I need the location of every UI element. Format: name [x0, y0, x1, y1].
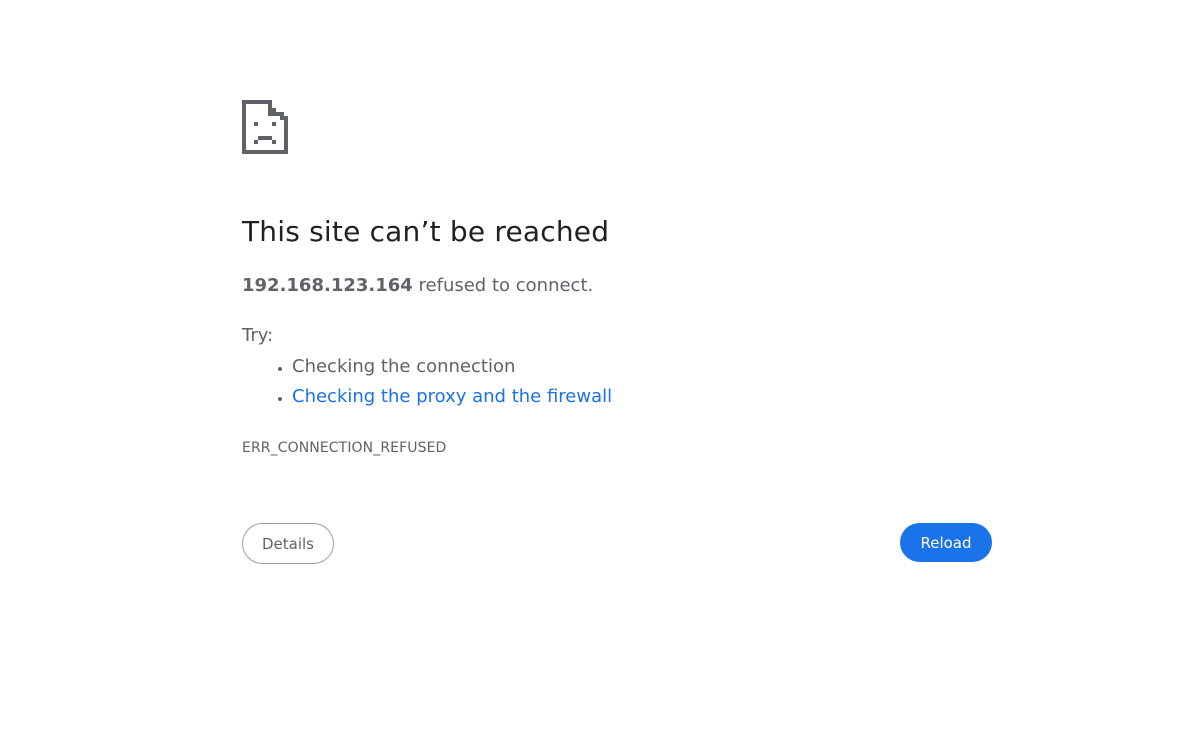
error-summary: 192.168.123.164 refused to connect.: [242, 274, 992, 298]
host-address: 192.168.123.164: [242, 275, 413, 296]
page-title: This site can’t be reached: [242, 215, 610, 248]
suggestion-check-connection: Checking the connection: [292, 356, 516, 377]
reload-button[interactable]: Reload: [900, 523, 992, 562]
proxy-firewall-link[interactable]: Checking the proxy and the firewall: [292, 386, 612, 407]
error-page: This site can’t be reached 192.168.123.1…: [242, 100, 992, 564]
list-item: Checking the connection: [292, 352, 992, 382]
summary-suffix: refused to connect.: [412, 275, 594, 296]
list-item: Checking the proxy and the firewall: [292, 382, 992, 412]
suggestion-list: Checking the connection Checking the pro…: [242, 352, 992, 412]
sad-document-icon: [242, 100, 288, 154]
button-row: Details Reload: [242, 523, 992, 565]
details-button[interactable]: Details: [242, 523, 334, 564]
error-code: ERR_CONNECTION_REFUSED: [242, 440, 447, 456]
try-label: Try:: [242, 325, 274, 346]
